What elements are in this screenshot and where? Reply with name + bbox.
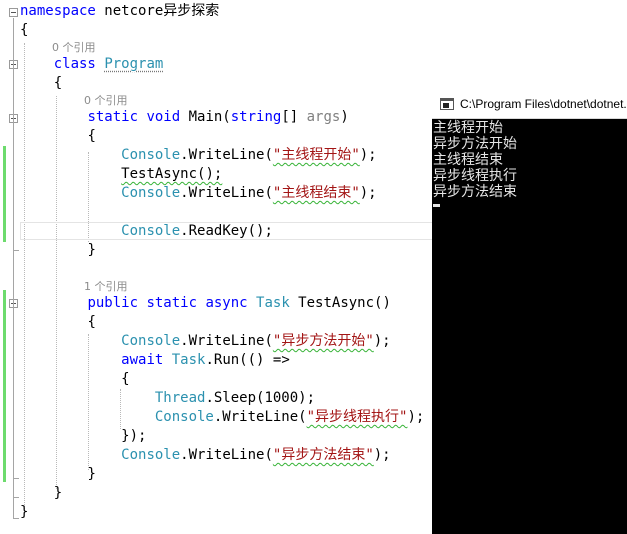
string-literal: "异步方法开始" <box>272 333 374 349</box>
brace: { <box>53 75 63 91</box>
brace: { <box>121 371 130 387</box>
code-text: .Sleep(1000); <box>205 390 316 406</box>
code-text: ) <box>340 109 349 125</box>
console-output-line: 异步方法开始 <box>433 136 517 152</box>
code-text: .WriteLine( <box>180 333 273 349</box>
type-name: Console <box>121 447 181 463</box>
keyword: await <box>121 352 164 368</box>
string-literal: "主线程开始" <box>272 147 360 163</box>
codelens-references[interactable]: 0 个引用 <box>84 93 128 108</box>
code-text: .ReadKey(); <box>180 223 273 239</box>
code-line[interactable]: } <box>20 241 96 260</box>
code-text: ); <box>373 333 391 349</box>
code-line[interactable]: public static async Task TestAsync() <box>20 294 391 313</box>
code-text: [] <box>281 109 307 125</box>
class-name: Program <box>104 56 164 72</box>
brace: } <box>20 504 29 520</box>
brace: { <box>20 22 29 38</box>
keyword: namespace <box>20 3 96 19</box>
code-line[interactable]: { <box>20 370 130 389</box>
code-line[interactable]: Console.ReadKey(); <box>20 222 273 241</box>
method-call: TestAsync(); <box>121 166 223 182</box>
code-line[interactable]: { <box>20 127 96 146</box>
code-text: .WriteLine( <box>180 147 273 163</box>
code-text: }); <box>121 428 147 444</box>
console-output-line: 主线程开始 <box>433 120 503 136</box>
outline-end <box>13 478 19 479</box>
code-line[interactable]: { <box>20 21 28 40</box>
code-text: ); <box>373 447 391 463</box>
code-line[interactable]: class Program <box>20 55 164 74</box>
collapse-namespace-icon[interactable] <box>9 8 18 17</box>
method-name: Main( <box>180 109 231 125</box>
outline-end <box>13 250 19 251</box>
console-window[interactable]: C:\Program Files\dotnet\dotnet.exe 主线程开始… <box>432 89 627 534</box>
code-text: .WriteLine( <box>180 185 273 201</box>
keyword: public static async <box>87 295 248 311</box>
code-line[interactable]: }); <box>20 427 146 446</box>
type-name: Console <box>121 333 181 349</box>
console-title-bar[interactable]: C:\Program Files\dotnet\dotnet.exe <box>432 89 627 119</box>
console-output-line: 异步方法结束 <box>433 184 517 200</box>
type-name: Console <box>121 147 181 163</box>
namespace-name: netcore异步探索 <box>95 3 220 19</box>
code-line[interactable]: { <box>20 74 62 93</box>
string-literal: "异步方法结束" <box>272 447 374 463</box>
type-name: Task <box>256 295 290 311</box>
brace: } <box>53 485 63 501</box>
code-line[interactable]: Console.WriteLine("主线程开始"); <box>20 146 377 165</box>
change-bar <box>3 146 6 242</box>
brace: } <box>87 242 96 258</box>
code-line[interactable]: Console.WriteLine("异步方法开始"); <box>20 332 391 351</box>
type-name: Thread <box>154 390 206 406</box>
brace: { <box>87 128 96 144</box>
console-output-line: 主线程结束 <box>433 152 503 168</box>
outline-end <box>13 518 19 519</box>
change-bar <box>3 290 6 482</box>
type-name: Console <box>121 223 181 239</box>
keyword: string <box>230 109 282 125</box>
keyword: static void <box>87 109 181 125</box>
code-line[interactable]: TestAsync(); <box>20 165 222 184</box>
method-name: TestAsync() <box>289 295 391 311</box>
code-text: ); <box>359 147 377 163</box>
code-line[interactable]: await Task.Run(() => <box>20 351 290 370</box>
console-cursor <box>433 204 440 207</box>
console-app-icon <box>440 97 454 110</box>
string-literal: "异步线程执行" <box>306 409 408 425</box>
code-text: ); <box>407 409 425 425</box>
codelens-references[interactable]: 1 个引用 <box>84 279 128 294</box>
code-line[interactable]: { <box>20 313 96 332</box>
type-name: Console <box>121 185 181 201</box>
code-line[interactable]: } <box>20 484 62 503</box>
brace: { <box>87 314 96 330</box>
code-text: ); <box>359 185 377 201</box>
codelens-references[interactable]: 0 个引用 <box>52 40 96 55</box>
type-name: Task <box>171 352 206 368</box>
code-line[interactable]: } <box>20 465 96 484</box>
string-literal: "主线程结束" <box>272 185 360 201</box>
code-line[interactable]: Console.WriteLine("异步线程执行"); <box>20 408 424 427</box>
code-line[interactable]: Console.WriteLine("主线程结束"); <box>20 184 377 203</box>
code-line[interactable]: namespace netcore异步探索 <box>20 2 219 21</box>
parameter: args <box>306 109 341 125</box>
type-name: Console <box>154 409 214 425</box>
code-text: .WriteLine( <box>213 409 307 425</box>
console-title: C:\Program Files\dotnet\dotnet.exe <box>460 96 627 111</box>
code-line[interactable]: Thread.Sleep(1000); <box>20 389 315 408</box>
brace: } <box>87 466 96 482</box>
code-line[interactable]: Console.WriteLine("异步方法结束"); <box>20 446 391 465</box>
code-text: .WriteLine( <box>180 447 273 463</box>
console-output-line: 异步线程执行 <box>433 168 517 184</box>
code-line[interactable]: static void Main(string[] args) <box>20 108 349 127</box>
console-output[interactable]: 主线程开始 异步方法开始 主线程结束 异步线程执行 异步方法结束 <box>433 120 627 207</box>
keyword: class <box>53 56 96 72</box>
outline-end <box>13 497 19 498</box>
outline-line <box>13 18 14 518</box>
code-line[interactable]: } <box>20 503 28 522</box>
code-text: .Run(() => <box>205 352 290 368</box>
